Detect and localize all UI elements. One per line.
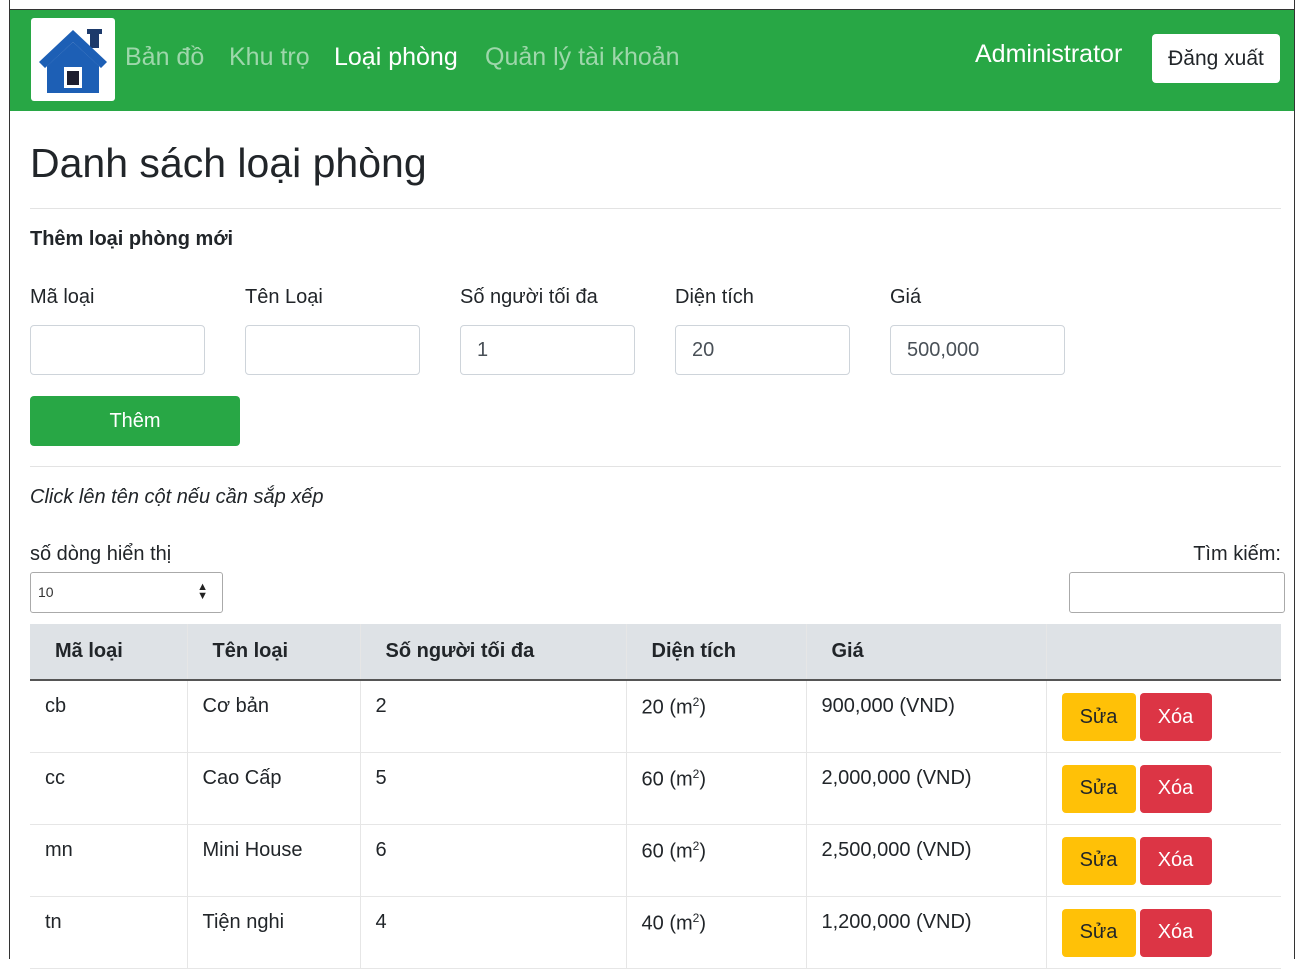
price-input[interactable] (890, 325, 1065, 375)
cell-price: 1,200,000 (VND) (805, 896, 1046, 969)
area-unit-close: ) (699, 912, 706, 935)
window-frame-left (0, 0, 10, 959)
add-button[interactable]: Thêm (30, 396, 240, 446)
delete-button[interactable]: Xóa (1139, 836, 1212, 885)
cell-name: Mini House (186, 824, 360, 897)
max-people-input[interactable] (460, 325, 635, 375)
cell-code: mn (30, 824, 187, 897)
field-label-area: Diện tích (675, 286, 754, 308)
delete-button[interactable]: Xóa (1139, 693, 1212, 741)
nav-link-map[interactable]: Bản đồ (125, 43, 204, 72)
column-header-max-people[interactable]: Số người tối đa (359, 624, 626, 681)
column-header-price[interactable]: Giá (805, 624, 1046, 681)
delete-button[interactable]: Xóa (1139, 764, 1212, 813)
area-unit: (m (669, 840, 693, 863)
cell-area: 20 (m2) (625, 680, 806, 753)
search-label: Tìm kiếm: (1193, 543, 1281, 565)
current-user: Administrator (975, 40, 1123, 68)
cell-name: Tiện nghi (186, 896, 360, 969)
area-value: 40 (641, 912, 664, 935)
table-header-row: Mã loại Tên loại Số người tối đa Diện tí… (30, 624, 1281, 681)
cell-code: cc (30, 752, 187, 825)
divider (30, 466, 1281, 467)
cell-price: 2,500,000 (VND) (805, 824, 1046, 897)
name-input[interactable] (245, 325, 420, 375)
cell-actions: Sửa Xóa (1045, 824, 1281, 897)
edit-button[interactable]: Sửa (1061, 908, 1136, 957)
cell-price: 900,000 (VND) (805, 680, 1046, 753)
nav-link-boarding-house[interactable]: Khu trọ (229, 43, 310, 72)
page-length-select[interactable]: 10 ▲ ▼ (30, 572, 223, 613)
code-input[interactable] (30, 325, 205, 375)
nav-link-account-management[interactable]: Quản lý tài khoản (485, 43, 680, 72)
column-header-actions (1045, 624, 1281, 681)
cell-max-people: 5 (359, 752, 626, 825)
edit-button[interactable]: Sửa (1061, 836, 1136, 885)
logout-button[interactable]: Đăng xuất (1152, 34, 1280, 83)
cell-max-people: 6 (359, 824, 626, 897)
field-label-name: Tên Loại (245, 286, 323, 308)
search-input[interactable] (1069, 572, 1285, 613)
area-unit-close: ) (699, 696, 706, 719)
form-title: Thêm loại phòng mới (30, 228, 234, 250)
column-header-code[interactable]: Mã loại (30, 624, 187, 681)
area-unit: (m (669, 696, 693, 719)
cell-name: Cơ bản (186, 680, 360, 753)
area-value: 60 (641, 840, 664, 863)
area-unit: (m (669, 912, 693, 935)
edit-button[interactable]: Sửa (1061, 764, 1136, 813)
column-header-area[interactable]: Diện tích (625, 624, 806, 681)
cell-area: 40 (m2) (625, 896, 806, 969)
select-arrows-icon: ▲ ▼ (197, 581, 208, 602)
cell-name: Cao Cấp (186, 752, 360, 825)
area-unit-close: ) (699, 768, 706, 791)
page-length-label: số dòng hiển thị (30, 543, 172, 565)
window-frame-top (0, 0, 1302, 10)
cell-max-people: 4 (359, 896, 626, 969)
cell-actions: Sửa Xóa (1045, 896, 1281, 969)
cell-max-people: 2 (359, 680, 626, 753)
table-row: cc Cao Cấp 5 60 (m2) 2,000,000 (VND) Sửa… (30, 752, 1281, 825)
sort-hint: Click lên tên cột nếu cần sắp xếp (30, 486, 324, 508)
table-row: tn Tiện nghi 4 40 (m2) 1,200,000 (VND) S… (30, 896, 1281, 969)
cell-actions: Sửa Xóa (1045, 752, 1281, 825)
logo[interactable] (31, 18, 115, 101)
nav-link-room-type[interactable]: Loại phòng (334, 43, 458, 72)
table-row: cb Cơ bản 2 20 (m2) 900,000 (VND) Sửa Xóa (30, 680, 1281, 753)
area-unit: (m (669, 768, 693, 791)
area-value: 60 (641, 768, 664, 791)
field-label-price: Giá (890, 286, 922, 308)
navbar: Bản đồ Khu trọ Loại phòng Quản lý tài kh… (10, 10, 1294, 111)
cell-price: 2,000,000 (VND) (805, 752, 1046, 825)
edit-button[interactable]: Sửa (1061, 693, 1136, 741)
column-header-name[interactable]: Tên loại (186, 624, 360, 681)
delete-button[interactable]: Xóa (1139, 908, 1212, 957)
area-input[interactable] (675, 325, 850, 375)
cell-area: 60 (m2) (625, 824, 806, 897)
page-length-value: 10 (38, 584, 54, 600)
room-type-table: Mã loại Tên loại Số người tối đa Diện tí… (30, 624, 1281, 969)
house-icon (39, 29, 107, 93)
cell-code: tn (30, 896, 187, 969)
divider (30, 208, 1281, 209)
field-label-code: Mã loại (30, 286, 95, 308)
cell-actions: Sửa Xóa (1045, 680, 1281, 753)
area-value: 20 (641, 696, 664, 719)
page-title: Danh sách loại phòng (30, 140, 427, 186)
cell-code: cb (30, 680, 187, 753)
window-frame-right (1294, 0, 1302, 959)
cell-area: 60 (m2) (625, 752, 806, 825)
field-label-max-people: Số người tối đa (460, 286, 598, 308)
area-unit-close: ) (699, 840, 706, 863)
table-row: mn Mini House 6 60 (m2) 2,500,000 (VND) … (30, 824, 1281, 897)
